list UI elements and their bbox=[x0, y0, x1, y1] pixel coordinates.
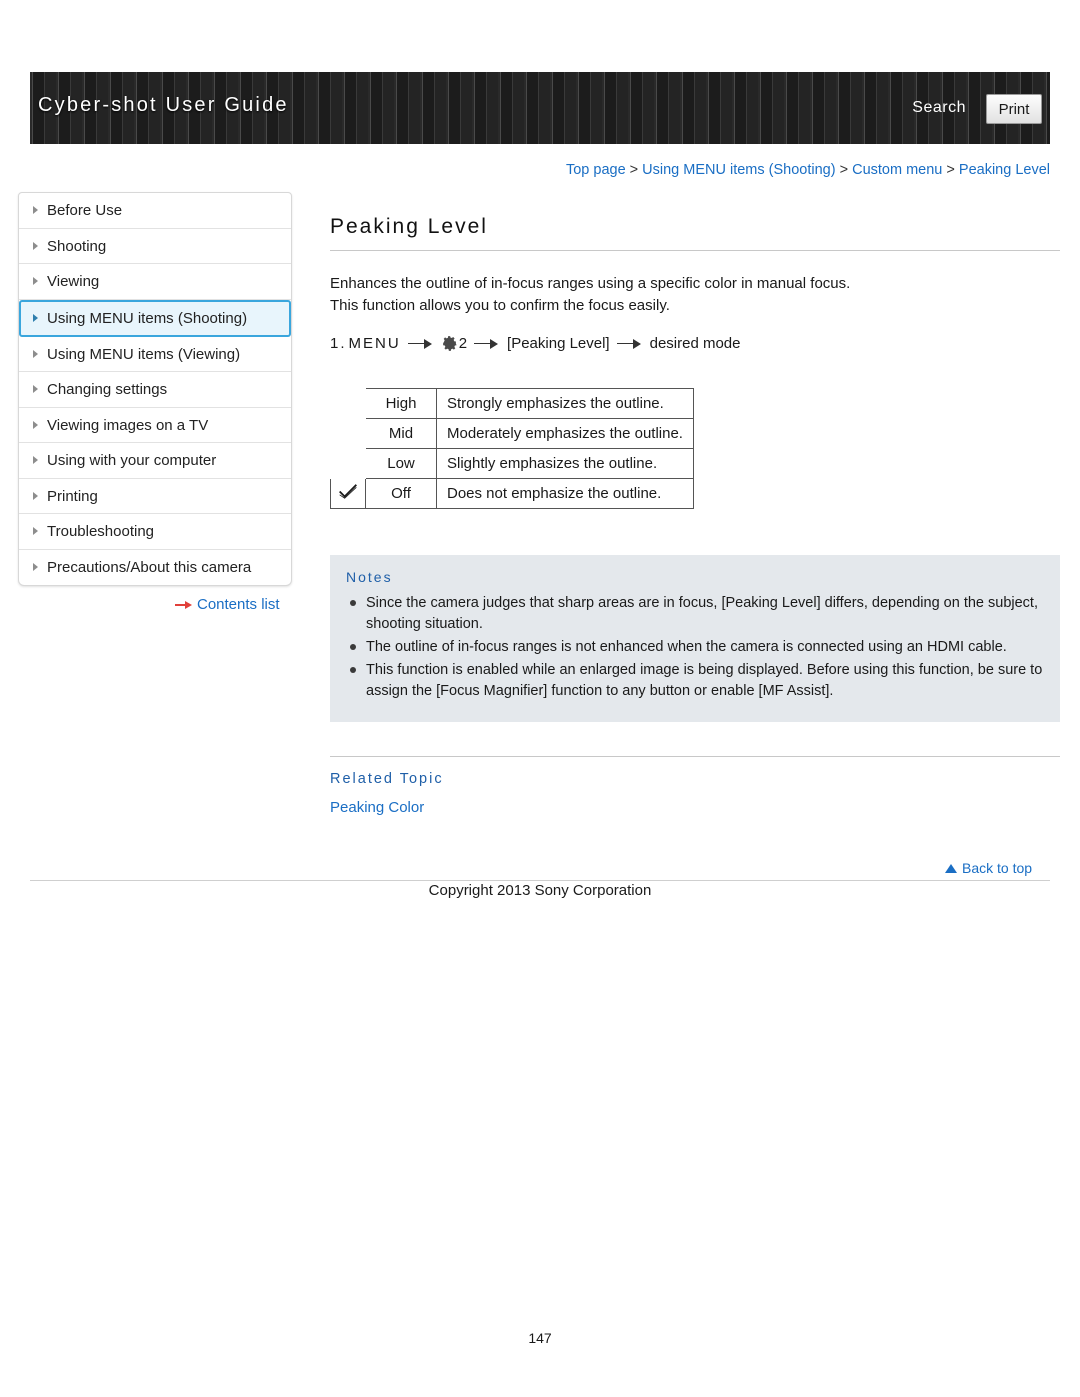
breadcrumb-item-using-menu-items-shooting[interactable]: Using MENU items (Shooting) bbox=[642, 162, 835, 178]
chevron-right-icon bbox=[33, 456, 38, 465]
title-divider bbox=[330, 250, 1060, 251]
chevron-right-icon bbox=[33, 241, 38, 250]
option-desc-high: Strongly emphasizes the outline. bbox=[436, 388, 694, 419]
table-row: Mid Moderately emphasizes the outline. bbox=[331, 418, 694, 449]
breadcrumb-separator: > bbox=[629, 162, 639, 178]
note-item: Since the camera judges that sharp areas… bbox=[346, 593, 1044, 635]
gear-icon bbox=[441, 334, 458, 351]
sidebar-item-changing-settings[interactable]: Changing settings bbox=[19, 372, 291, 408]
sidebar-item-label: Using MENU items (Shooting) bbox=[47, 309, 248, 327]
option-label-mid: Mid bbox=[365, 418, 437, 449]
sidebar-item-label: Shooting bbox=[47, 237, 107, 255]
sidebar-item-printing[interactable]: Printing bbox=[19, 479, 291, 514]
chevron-right-icon bbox=[33, 313, 38, 322]
intro-paragraph: Enhances the outline of in-focus ranges … bbox=[330, 273, 1060, 317]
chevron-right-icon bbox=[33, 206, 38, 215]
main-content: Peaking Level Enhances the outline of in… bbox=[330, 215, 1060, 816]
option-check-cell bbox=[331, 419, 366, 449]
sidebar-item-using-menu-items-viewing[interactable]: Using MENU items (Viewing) bbox=[19, 337, 291, 372]
sidebar-item-using-with-your-computer[interactable]: Using with your computer bbox=[19, 443, 291, 479]
step-item-label: [Peaking Level] bbox=[507, 335, 610, 352]
breadcrumb-separator: > bbox=[946, 162, 955, 178]
arrow-right-icon bbox=[474, 338, 500, 350]
table-row: Off Does not emphasize the outline. bbox=[330, 478, 694, 509]
sidebar-item-precautions-about-this-camera[interactable]: Precautions/About this camera bbox=[19, 550, 291, 586]
step-gear-number: 2 bbox=[458, 335, 468, 352]
sidebar-item-label: Using MENU items (Viewing) bbox=[47, 345, 241, 363]
table-row: High Strongly emphasizes the outline. bbox=[331, 388, 694, 419]
print-button[interactable]: Print bbox=[986, 94, 1042, 124]
step-number: 1. bbox=[330, 335, 347, 352]
option-desc-mid: Moderately emphasizes the outline. bbox=[436, 418, 694, 449]
note-item: The outline of in-focus ranges is not en… bbox=[346, 637, 1044, 658]
chevron-right-icon bbox=[33, 491, 38, 500]
sidebar-item-before-use[interactable]: Before Use bbox=[19, 193, 291, 229]
contents-list-label: Contents list bbox=[197, 596, 280, 613]
sidebar-item-label: Before Use bbox=[47, 202, 123, 219]
site-title: Cyber-shot User Guide bbox=[38, 94, 289, 116]
notes-title: Notes bbox=[346, 569, 393, 585]
sidebar-item-viewing-images-on-a-tv[interactable]: Viewing images on a TV bbox=[19, 408, 291, 443]
chevron-right-icon bbox=[33, 527, 38, 536]
option-desc-low: Slightly emphasizes the outline. bbox=[436, 448, 694, 479]
back-to-top-link[interactable]: Back to top bbox=[945, 860, 1032, 876]
option-desc-off: Does not emphasize the outline. bbox=[436, 478, 694, 509]
option-check-cell bbox=[331, 389, 366, 419]
option-label-high: High bbox=[365, 388, 437, 419]
footer-divider bbox=[30, 880, 1050, 881]
site-header: Cyber-shot User Guide Search Print bbox=[30, 72, 1050, 144]
note-item: This function is enabled while an enlarg… bbox=[346, 660, 1044, 702]
arrow-right-icon bbox=[616, 338, 643, 350]
sidebar-item-label: Troubleshooting bbox=[47, 523, 155, 540]
related-divider bbox=[330, 756, 1060, 757]
chevron-right-icon bbox=[33, 349, 38, 358]
related-topic-section: Related Topic Peaking Color bbox=[330, 756, 1060, 816]
step-instruction: 1. MENU 2 [Peaking Level] desired mode bbox=[330, 335, 1060, 352]
chevron-right-icon bbox=[33, 562, 38, 571]
page-title: Peaking Level bbox=[330, 215, 488, 238]
option-check-cell-off bbox=[330, 478, 366, 509]
copyright-text: Copyright 2013 Sony Corporation bbox=[428, 882, 652, 899]
intro-line-1: Enhances the outline of in-focus ranges … bbox=[330, 275, 851, 292]
step-menu-label: MENU bbox=[348, 335, 401, 352]
triangle-up-icon bbox=[945, 863, 957, 873]
arrow-right-icon bbox=[175, 600, 193, 610]
breadcrumb-item-custom-menu[interactable]: Custom menu bbox=[852, 162, 942, 178]
breadcrumb: Top page > Using MENU items (Shooting) >… bbox=[0, 162, 1050, 178]
intro-line-2: This function allows you to confirm the … bbox=[330, 297, 670, 314]
sidebar-item-label: Viewing bbox=[47, 273, 100, 290]
chevron-right-icon bbox=[33, 385, 38, 394]
sidebar-item-using-menu-items-shooting[interactable]: Using MENU items (Shooting) bbox=[19, 299, 291, 337]
sidebar-item-troubleshooting[interactable]: Troubleshooting bbox=[19, 514, 291, 550]
contents-list-link[interactable]: Contents list bbox=[175, 596, 280, 613]
related-link-peaking-color[interactable]: Peaking Color bbox=[330, 799, 1060, 816]
sidebar-item-viewing[interactable]: Viewing bbox=[19, 264, 291, 300]
sidebar-item-shooting[interactable]: Shooting bbox=[19, 229, 291, 264]
page-number: 147 bbox=[528, 1330, 552, 1346]
sidebar-item-label: Precautions/About this camera bbox=[47, 558, 252, 576]
step-tail-label: desired mode bbox=[649, 335, 741, 352]
chevron-right-icon bbox=[33, 277, 38, 286]
sidebar: Before Use Shooting Viewing Using MENU i… bbox=[18, 192, 292, 586]
notes-list: Since the camera judges that sharp areas… bbox=[346, 593, 1044, 702]
related-topic-title: Related Topic bbox=[330, 771, 444, 787]
sidebar-item-label: Viewing images on a TV bbox=[47, 416, 209, 434]
option-check-cell bbox=[331, 449, 366, 479]
breadcrumb-item-top[interactable]: Top page bbox=[566, 162, 626, 178]
breadcrumb-item-current: Peaking Level bbox=[958, 162, 1050, 178]
chevron-right-icon bbox=[33, 420, 38, 429]
options-table: High Strongly emphasizes the outline. Mi… bbox=[330, 388, 694, 509]
table-row: Low Slightly emphasizes the outline. bbox=[331, 448, 694, 479]
sidebar-item-label: Printing bbox=[47, 487, 98, 505]
breadcrumb-separator: > bbox=[839, 162, 849, 178]
option-label-low: Low bbox=[365, 448, 437, 479]
arrow-right-icon bbox=[407, 338, 434, 350]
back-to-top-label: Back to top bbox=[962, 860, 1033, 876]
checkmark-icon bbox=[338, 484, 358, 500]
sidebar-item-label: Changing settings bbox=[47, 381, 168, 398]
sidebar-item-label: Using with your computer bbox=[47, 452, 217, 469]
search-link[interactable]: Search bbox=[912, 99, 966, 117]
notes-box: Notes Since the camera judges that sharp… bbox=[330, 555, 1060, 722]
option-label-off: Off bbox=[365, 478, 437, 509]
